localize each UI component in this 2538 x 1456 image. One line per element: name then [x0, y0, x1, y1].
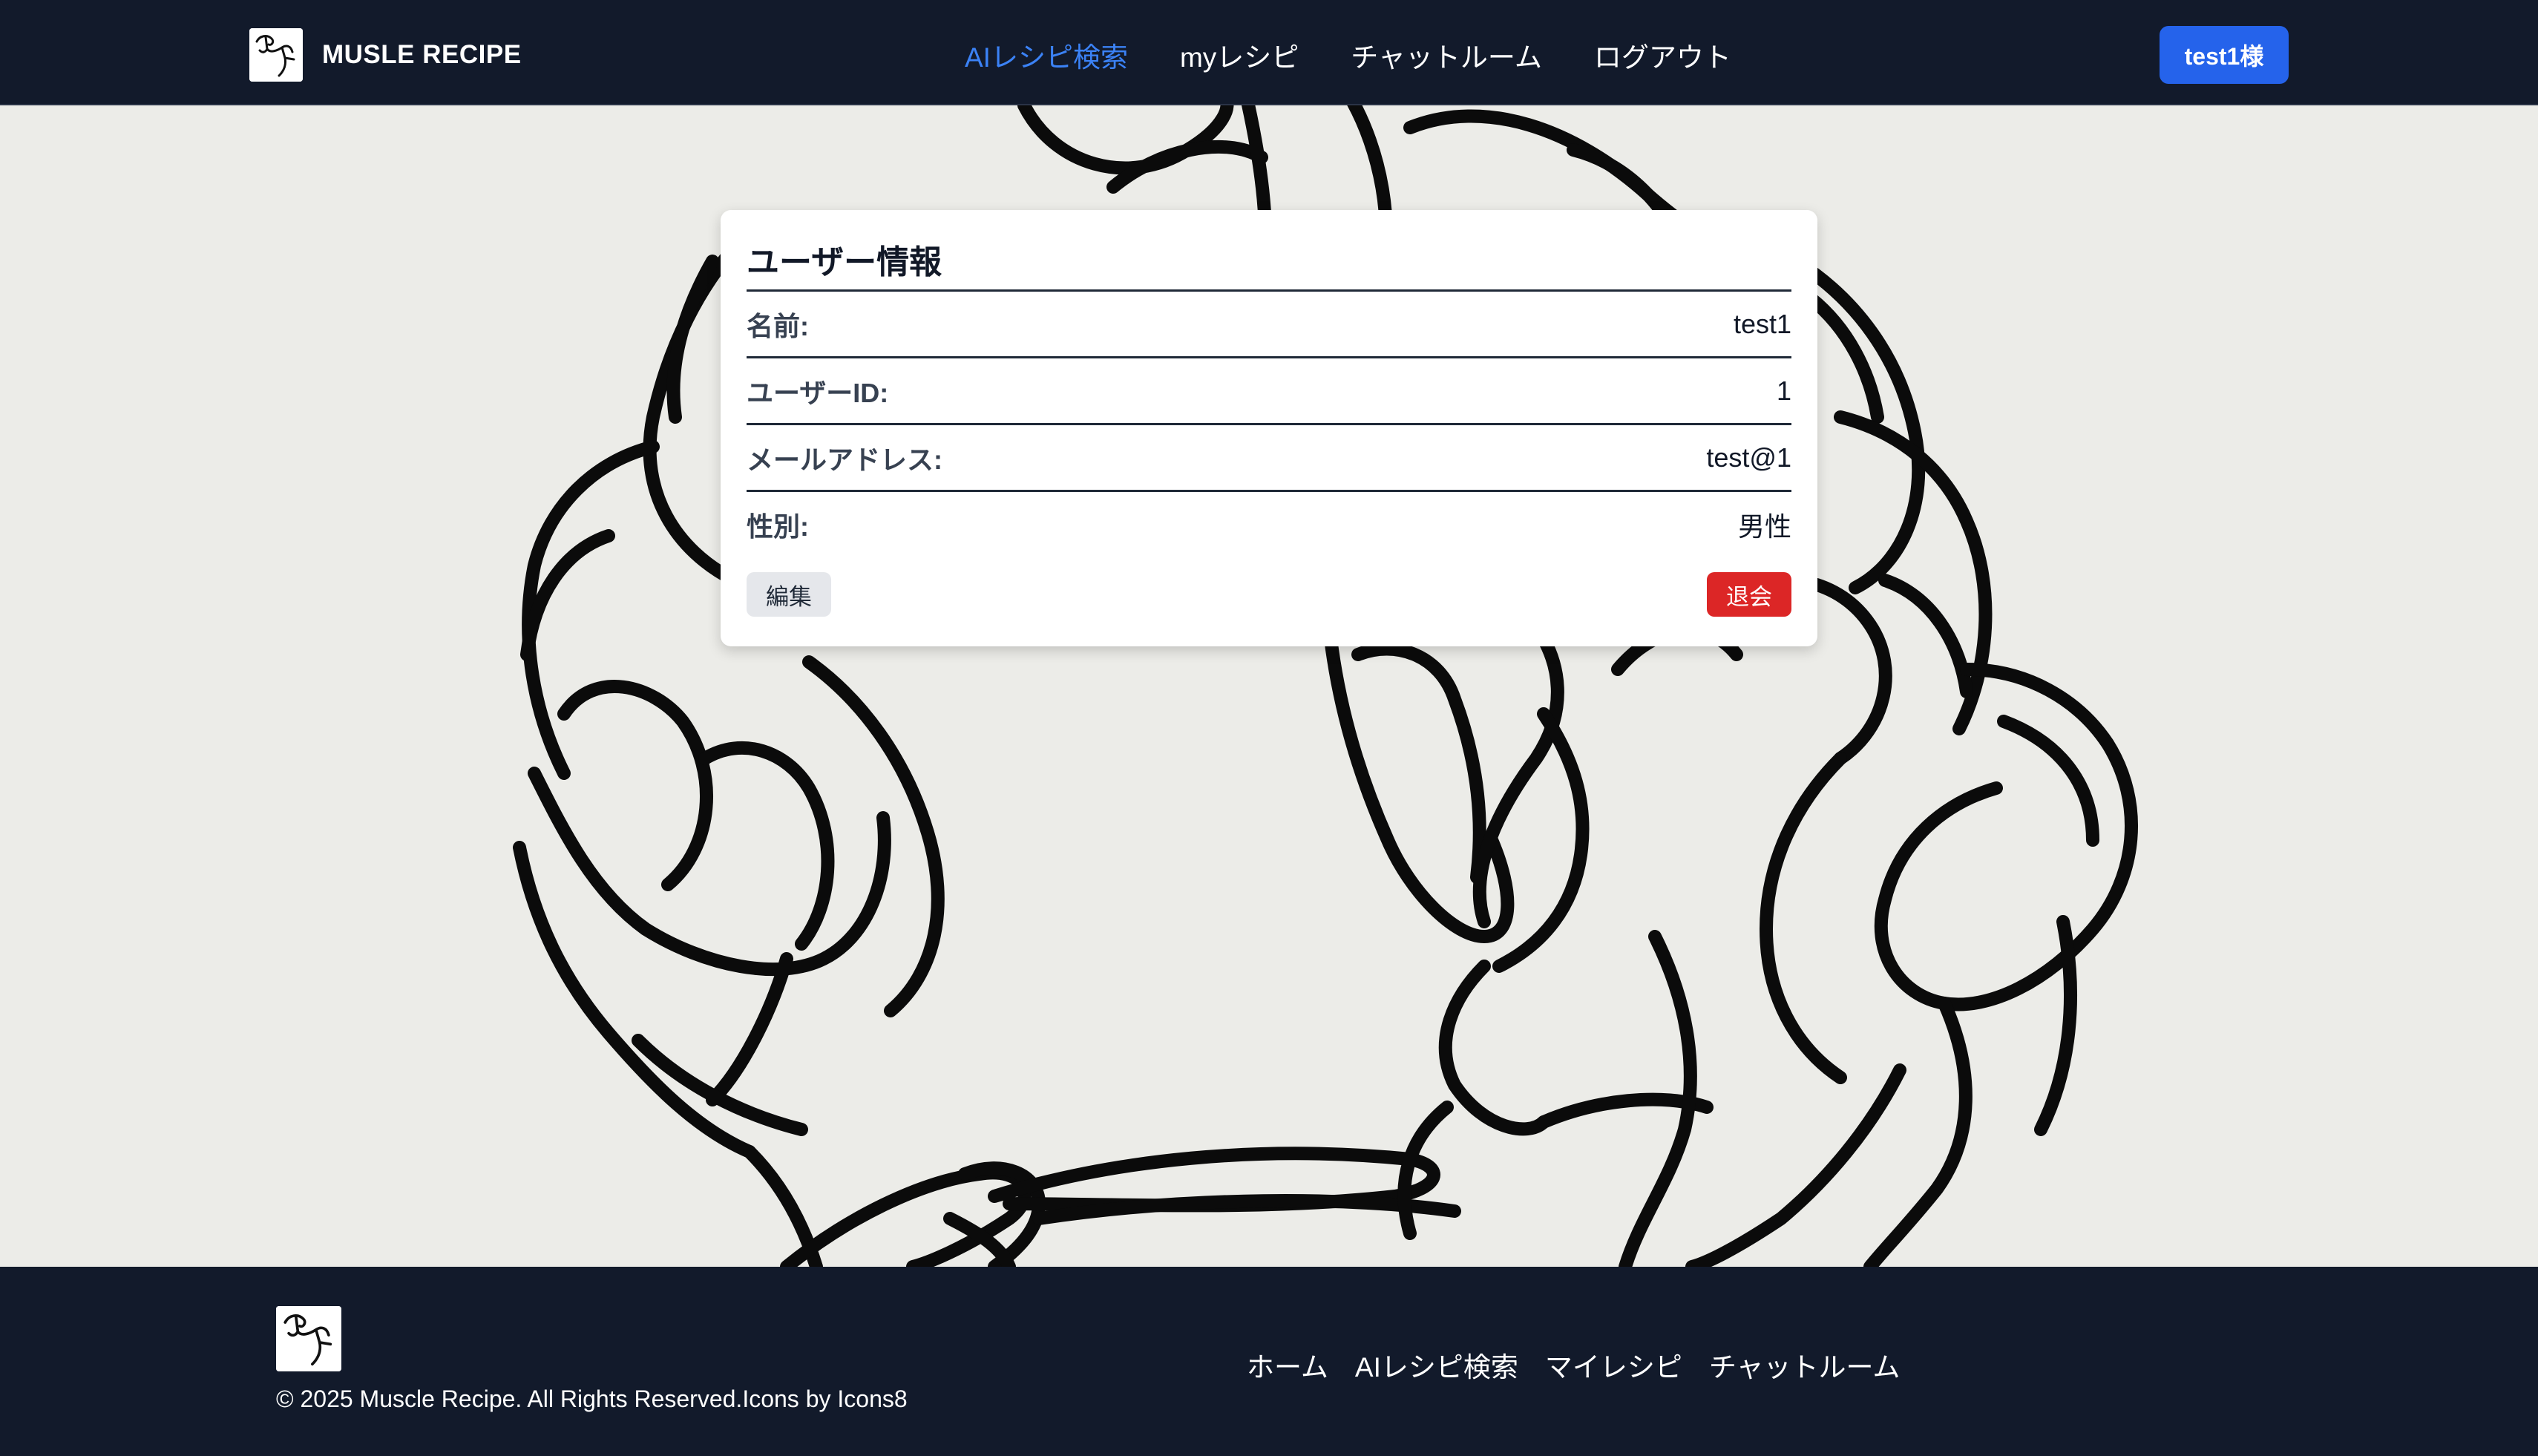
email-value: test@1 — [1706, 442, 1791, 473]
copyright-text: © 2025 Muscle Recipe. All Rights Reserve… — [276, 1386, 908, 1412]
main-content: ユーザー情報 名前: test1 ユーザーID: 1 メールアドレス: test… — [0, 105, 2538, 1267]
gender-value: 男性 — [1737, 511, 1791, 542]
footer: © 2025 Muscle Recipe. All Rights Reserve… — [0, 1267, 2538, 1456]
flexing-arm-logo-icon — [249, 28, 303, 82]
withdraw-button[interactable]: 退会 — [1707, 572, 1791, 617]
user-id-label: ユーザーID: — [747, 377, 889, 408]
footer-link-my-recipe[interactable]: マイレシピ — [1545, 1345, 1682, 1385]
footer-link-chat-room[interactable]: チャットルーム — [1709, 1345, 1901, 1385]
user-menu-button[interactable]: test1様 — [2160, 26, 2289, 84]
user-info-card: ユーザー情報 名前: test1 ユーザーID: 1 メールアドレス: test… — [721, 210, 1817, 646]
name-label: 名前: — [747, 310, 809, 341]
brand-name: MUSLE RECIPE — [322, 40, 522, 69]
info-row-email: メールアドレス: test@1 — [747, 425, 1791, 492]
flexing-arm-footer-logo-icon[interactable] — [276, 1306, 341, 1371]
footer-link-ai-recipe-search[interactable]: AIレシピ検索 — [1355, 1345, 1518, 1385]
footer-link-home[interactable]: ホーム — [1247, 1345, 1328, 1385]
nav-my-recipe[interactable]: myレシピ — [1180, 35, 1299, 75]
email-label: メールアドレス: — [747, 444, 942, 475]
card-actions: 編集 退会 — [747, 572, 1791, 617]
card-title: ユーザー情報 — [747, 210, 1791, 292]
info-row-user-id: ユーザーID: 1 — [747, 358, 1791, 425]
brand[interactable]: MUSLE RECIPE — [249, 27, 522, 82]
info-row-gender: 性別: 男性 — [747, 492, 1791, 557]
nav-chat-room[interactable]: チャットルーム — [1351, 35, 1542, 75]
name-value: test1 — [1733, 308, 1791, 339]
nav-ai-recipe-search[interactable]: AIレシピ検索 — [965, 35, 1128, 75]
user-id-value: 1 — [1776, 375, 1791, 406]
footer-nav: ホーム AIレシピ検索 マイレシピ チャットルーム — [1247, 1345, 1927, 1385]
edit-button[interactable]: 編集 — [747, 572, 831, 617]
main-nav: AIレシピ検索 myレシピ チャットルーム ログアウト — [965, 33, 1783, 77]
info-row-name: 名前: test1 — [747, 292, 1791, 358]
gender-label: 性別: — [747, 511, 809, 542]
nav-logout[interactable]: ログアウト — [1594, 35, 1731, 75]
top-navbar: MUSLE RECIPE AIレシピ検索 myレシピ チャットルーム ログアウト… — [0, 0, 2538, 105]
